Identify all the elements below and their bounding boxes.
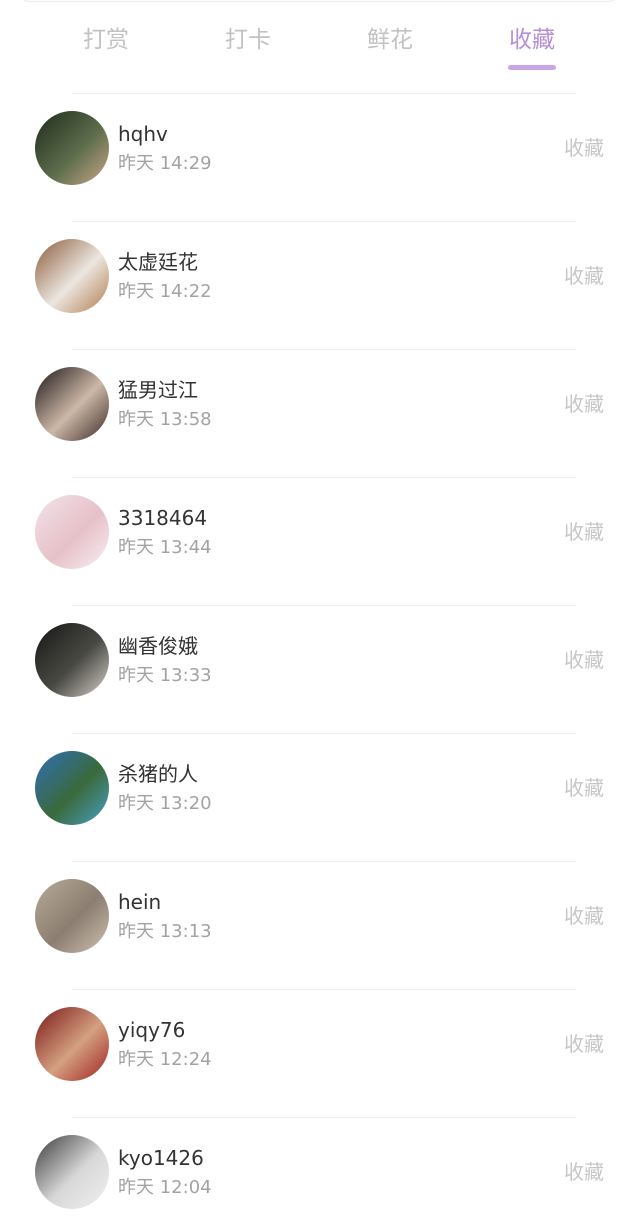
tab-favorites[interactable]: 收藏 [461,0,603,93]
avatar[interactable] [35,1135,109,1209]
user-name: hein [118,890,162,914]
active-tab-indicator [508,65,556,70]
page: 打赏 打卡 鲜花 收藏 hqhv 昨天 14:29 收藏 太虚廷花 昨天 14:22 收藏… [0,0,640,1225]
action-label: 收藏 [564,648,604,672]
tab-flowers[interactable]: 鲜花 [319,0,461,93]
user-name: kyo1426 [118,1146,204,1170]
list-item[interactable]: 杀猪的人昨天 13:20 收藏 [0,734,640,862]
action-label: 收藏 [564,520,604,544]
favorites-list: hqhv 昨天 14:29 收藏 太虚廷花 昨天 14:22 收藏 猛男过江 昨天 13:58… [0,94,640,1225]
list-item[interactable]: kyo1426 昨天 12:04 收藏 [0,1118,640,1225]
timestamp: 昨天 13:33 [118,665,212,686]
timestamp: 昨天 13:13 [118,921,212,942]
action-label: 收藏 [564,1160,604,1184]
user-name: 猛男过江 [118,378,198,402]
list-item[interactable]: 3318464 昨天 13:44 收藏 [0,478,640,606]
timestamp: 昨天 13:20 [118,793,212,814]
user-name: hqhv [118,122,168,146]
user-name: 幽香俊娥 [118,634,198,658]
user-name: 3318464 [118,506,208,530]
avatar[interactable] [35,367,109,441]
avatar[interactable] [35,239,109,313]
avatar[interactable] [35,879,109,953]
avatar[interactable] [35,751,109,825]
action-label: 收藏 [564,1032,604,1056]
timestamp: 昨天 12:04 [118,1177,212,1198]
list-item[interactable]: 猛男过江昨天 13:58 收藏 [0,350,640,478]
action-label: 收藏 [564,776,604,800]
tab-bar: 打赏 打卡 鲜花 收藏 [35,0,603,93]
user-name: yiqy76 [118,1018,186,1042]
list-item[interactable]: 幽香俊娥昨天 13:33 收藏 [0,606,640,734]
tab-tips[interactable]: 打赏 [35,0,177,93]
action-label: 收藏 [564,904,604,928]
list-item[interactable]: yiqy76 昨天 12:24 收藏 [0,990,640,1118]
tab-checkin[interactable]: 打卡 [177,0,319,93]
list-item[interactable]: hein 昨天 13:13 收藏 [0,862,640,990]
tab-label: 打赏 [83,27,129,53]
tab-label: 鲜花 [367,27,413,53]
timestamp: 昨天 14:29 [118,153,212,174]
avatar[interactable] [35,495,109,569]
action-label: 收藏 [564,136,604,160]
timestamp: 昨天 14:22 [118,281,212,302]
timestamp: 昨天 13:58 [118,409,212,430]
timestamp: 昨天 13:44 [118,537,212,558]
timestamp: 昨天 12:24 [118,1049,212,1070]
list-item[interactable]: hqhv 昨天 14:29 收藏 [0,94,640,222]
user-name: 杀猪的人 [118,762,198,786]
tab-label: 打卡 [225,27,271,53]
tab-label: 收藏 [509,27,555,53]
list-item[interactable]: 太虚廷花昨天 14:22 收藏 [0,222,640,350]
action-label: 收藏 [564,264,604,288]
avatar[interactable] [35,1007,109,1081]
user-name: 太虚廷花 [118,250,198,274]
avatar[interactable] [35,623,109,697]
action-label: 收藏 [564,392,604,416]
avatar[interactable] [35,111,109,185]
